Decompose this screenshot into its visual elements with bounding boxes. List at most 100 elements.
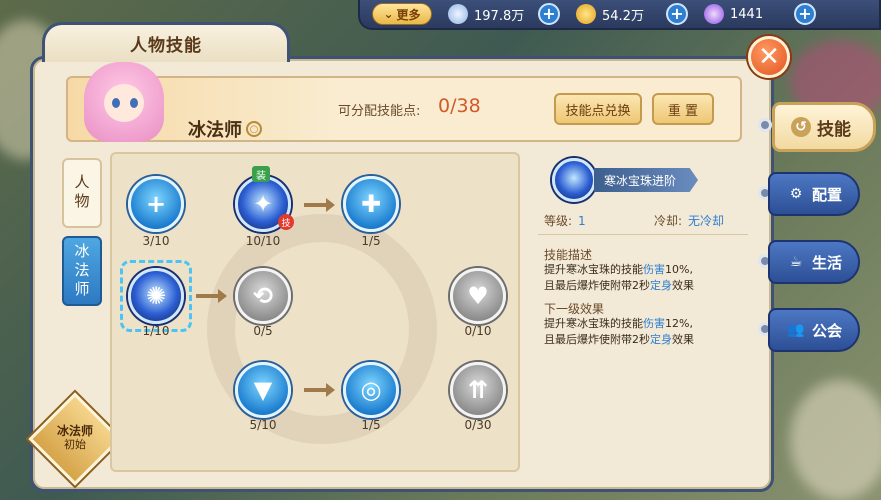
tab-character[interactable]: 人物 — [62, 158, 102, 228]
cooldown-value: 无冷却 — [688, 214, 725, 228]
more-button[interactable]: ⌄ 更多 — [372, 3, 432, 25]
add-gold-button[interactable]: + — [666, 3, 688, 25]
gold-leaf-icon — [576, 4, 596, 24]
desc-part: 10%, — [665, 263, 693, 276]
skill-node-selected[interactable]: ✺ — [128, 268, 184, 324]
frost-wave-icon: ✚ — [360, 190, 382, 218]
resource-value: 1441 — [730, 6, 764, 22]
skill-level: 10/10 — [245, 234, 281, 248]
tab-ice-mage[interactable]: 冰法师 — [62, 236, 102, 306]
background-scenery — [790, 380, 881, 500]
class-name-label: 冰法师 — [188, 120, 242, 141]
skill-level: 0/10 — [464, 324, 492, 338]
next-highlight: 定身 — [650, 333, 672, 346]
tab-life[interactable]: ☕ 生活 — [768, 240, 860, 284]
desc-part: 效果 — [672, 279, 694, 292]
next-highlight: 伤害 — [643, 317, 665, 330]
close-button[interactable]: ✕ — [748, 36, 790, 78]
skill-level: 0/30 — [464, 418, 492, 432]
binder-ring — [758, 118, 772, 132]
cup-icon: ☕ — [789, 254, 803, 270]
skill-tree: + 3/10 ✦ 装 技 10/10 ✚ 1/5 ✺ 1/10 ⟲ 0/5 ♥ … — [110, 152, 520, 472]
level-value: 1 — [578, 214, 586, 228]
equipped-tag: 装 — [252, 166, 270, 182]
next-level-text: 提升寒冰宝珠的技能伤害12%, 且最后爆炸使附带2秒定身效果 — [544, 316, 748, 348]
level-label: 等级: — [544, 214, 573, 228]
skill-level: 1/5 — [361, 234, 381, 248]
more-label: 更多 — [396, 7, 421, 22]
desc-highlight: 定身 — [650, 279, 672, 292]
cooldown-row: 冷却: 无冷却 — [654, 212, 724, 229]
desc-part: 提升寒冰宝珠的技能 — [544, 263, 643, 276]
tab-skills-label: 技能 — [817, 119, 851, 140]
skill-node[interactable]: ▼ — [235, 362, 291, 418]
crystal-icon — [704, 4, 724, 24]
people-icon: 👥 — [787, 322, 805, 338]
class-badge-text: 冰法师 初始 — [40, 424, 110, 452]
next-level-title: 下一级效果 — [544, 302, 605, 316]
points-value: 0/38 — [438, 95, 481, 117]
tab-life-label: 生活 — [812, 253, 843, 272]
desc-part: 且最后爆炸使附带2秒 — [544, 279, 650, 292]
info-icon[interactable]: ○ — [246, 121, 262, 137]
heart-plus-icon: ♥ — [467, 282, 489, 310]
tab-skills[interactable]: ↺ 技能 — [772, 102, 876, 152]
skill-node[interactable]: ◎ — [343, 362, 399, 418]
next-part: 效果 — [672, 333, 694, 346]
skill-node[interactable]: + — [128, 176, 184, 232]
skill-node[interactable]: ⟲ — [235, 268, 291, 324]
skill-level: 1/10 — [142, 324, 170, 338]
arrow-icon — [196, 289, 227, 303]
chevron-down-icon: ⌄ — [383, 7, 394, 21]
next-part: 提升寒冰宝珠的技能 — [544, 317, 643, 330]
exchange-points-button[interactable]: 技能点兑换 — [554, 93, 642, 125]
tab-guild[interactable]: 👥 公会 — [768, 308, 860, 352]
description-title: 技能描述 — [544, 248, 593, 262]
orbit-icon: ⟲ — [252, 282, 274, 310]
swirl-icon: ↺ — [791, 117, 811, 137]
gear-icon: ⚙ — [789, 186, 803, 202]
character-avatar — [70, 60, 180, 142]
skill-level: 1/5 — [361, 418, 381, 432]
resource-gold: 54.2万 + — [576, 3, 688, 25]
tab-config-label: 配置 — [812, 185, 843, 204]
feather-icon — [448, 4, 468, 24]
heal-diamond-icon: + — [145, 190, 167, 218]
skill-detail: 寒冰宝珠进阶 等级: 1 冷却: 无冷却 技能描述 提升寒冰宝珠的技能伤害10%, … — [528, 152, 748, 472]
arrow-icon — [304, 383, 335, 397]
class-name[interactable]: 冰法师 ○ — [188, 116, 262, 142]
vortex-icon: ◎ — [360, 376, 382, 404]
add-crystal-button[interactable]: + — [794, 3, 816, 25]
tab-guild-label: 公会 — [812, 321, 843, 340]
resource-crystal: 1441 + — [704, 3, 816, 25]
resource-value: 54.2万 — [602, 8, 644, 24]
divider — [538, 234, 748, 235]
skill-node[interactable]: ♥ — [450, 268, 506, 324]
points-label: 可分配技能点: — [338, 104, 421, 119]
resource-bar: ⌄ 更多 197.8万 + 54.2万 + 1441 + — [358, 0, 881, 30]
add-feather-button[interactable]: + — [538, 3, 560, 25]
double-arrow-up-icon: ⇈ — [467, 376, 489, 404]
reset-button[interactable]: 重 置 — [652, 93, 714, 125]
tab-config[interactable]: ⚙ 配置 — [768, 172, 860, 216]
skill-name: 寒冰宝珠进阶 — [594, 168, 699, 192]
ice-diamond-icon: ▼ — [253, 376, 273, 404]
skill-level: 0/5 — [253, 324, 273, 338]
skill-tag: 技 — [278, 214, 294, 230]
description-text: 提升寒冰宝珠的技能伤害10%, 且最后爆炸使附带2秒定身效果 — [544, 262, 748, 294]
skill-node[interactable]: ⇈ — [450, 362, 506, 418]
skill-node[interactable]: ✚ — [343, 176, 399, 232]
ice-orb-icon — [552, 158, 596, 202]
resource-feather: 197.8万 + — [448, 3, 560, 25]
arrow-icon — [304, 198, 335, 212]
class-badge-line1: 冰法师 — [56, 424, 93, 438]
skill-level: 5/10 — [249, 418, 277, 432]
skill-level: 3/10 — [142, 234, 170, 248]
resource-value: 197.8万 — [474, 8, 525, 24]
next-part: 12%, — [665, 317, 693, 330]
skill-level-row: 等级: 1 — [544, 212, 586, 229]
next-part: 且最后爆炸使附带2秒 — [544, 333, 650, 346]
ice-orb-icon: ✺ — [145, 282, 167, 310]
class-badge-line2: 初始 — [64, 438, 86, 451]
desc-highlight: 伤害 — [643, 263, 665, 276]
